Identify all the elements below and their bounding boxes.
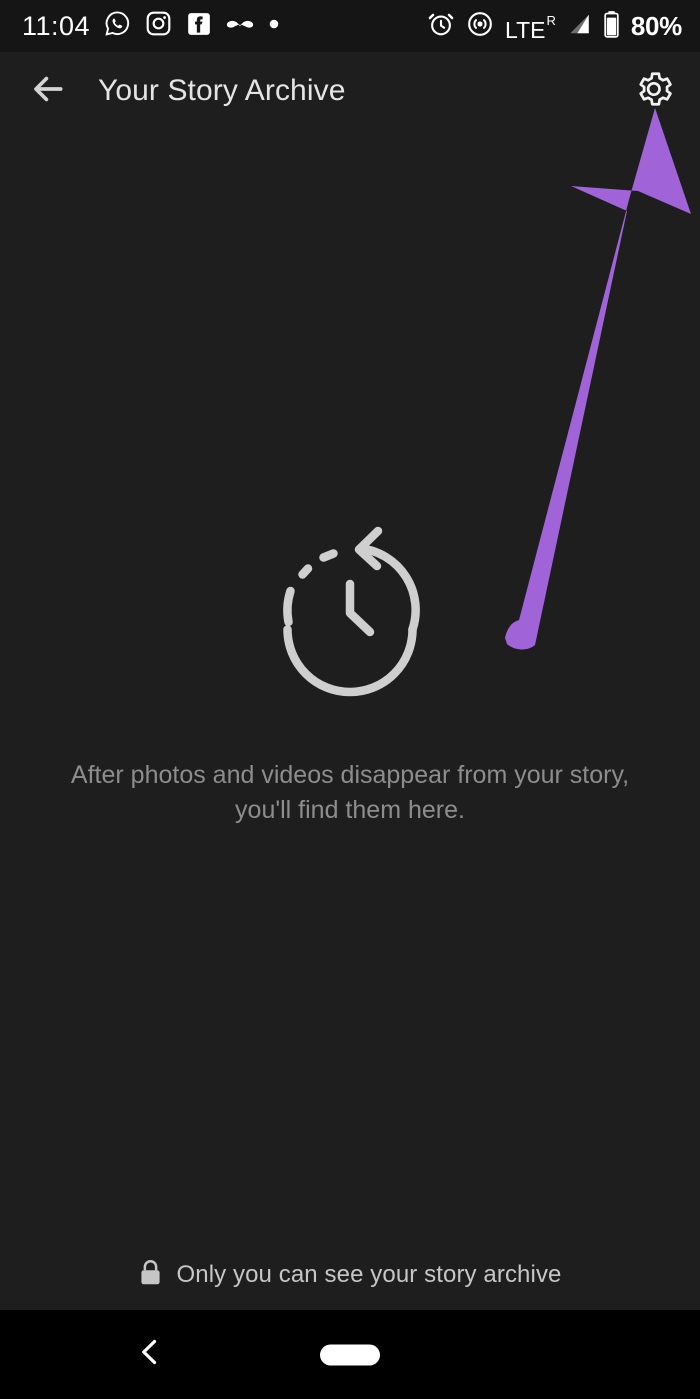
back-button[interactable] [16,59,80,123]
home-pill-indicator[interactable] [320,1344,380,1365]
signal-bars-icon [566,11,592,42]
whatsapp-icon [104,10,131,42]
arrow-left-icon [29,70,67,113]
archive-clock-icon [260,512,440,703]
settings-button[interactable] [624,61,684,121]
dot-indicator-icon [268,17,280,35]
empty-state-container: After photos and videos disappear from y… [0,130,700,1310]
network-type-text: LTE [504,16,546,43]
roaming-indicator: R [546,12,556,28]
facebook-icon [186,11,212,42]
status-bar-left-group: 11:04 [18,10,280,42]
lock-icon [138,1259,163,1291]
alarm-clock-icon [427,10,455,43]
mustache-app-icon [226,15,254,38]
status-bar-right-group: LTE R 80% [427,10,682,43]
app-bar: Your Story Archive [0,52,700,130]
privacy-label: Only you can see your story archive [176,1261,562,1288]
status-bar-clock: 11:04 [22,10,91,41]
phone-screen: 11:04 LTE R 80% Your Story Archive After… [0,0,700,1399]
status-bar: 11:04 LTE R 80% [0,0,700,52]
gear-icon [633,68,675,115]
android-nav-bar [0,1310,700,1399]
chevron-left-icon [133,1335,167,1374]
empty-state-message: After photos and videos disappear from y… [70,761,630,824]
privacy-footer: Only you can see your story archive [0,1240,700,1310]
hotspot-icon [466,10,494,43]
battery-icon [603,10,620,43]
nav-back-button[interactable] [113,1318,187,1392]
page-title: Your Story Archive [98,74,346,107]
battery-percentage: 80% [630,11,682,41]
instagram-icon [145,10,172,42]
network-type-label: LTE R [505,12,556,42]
